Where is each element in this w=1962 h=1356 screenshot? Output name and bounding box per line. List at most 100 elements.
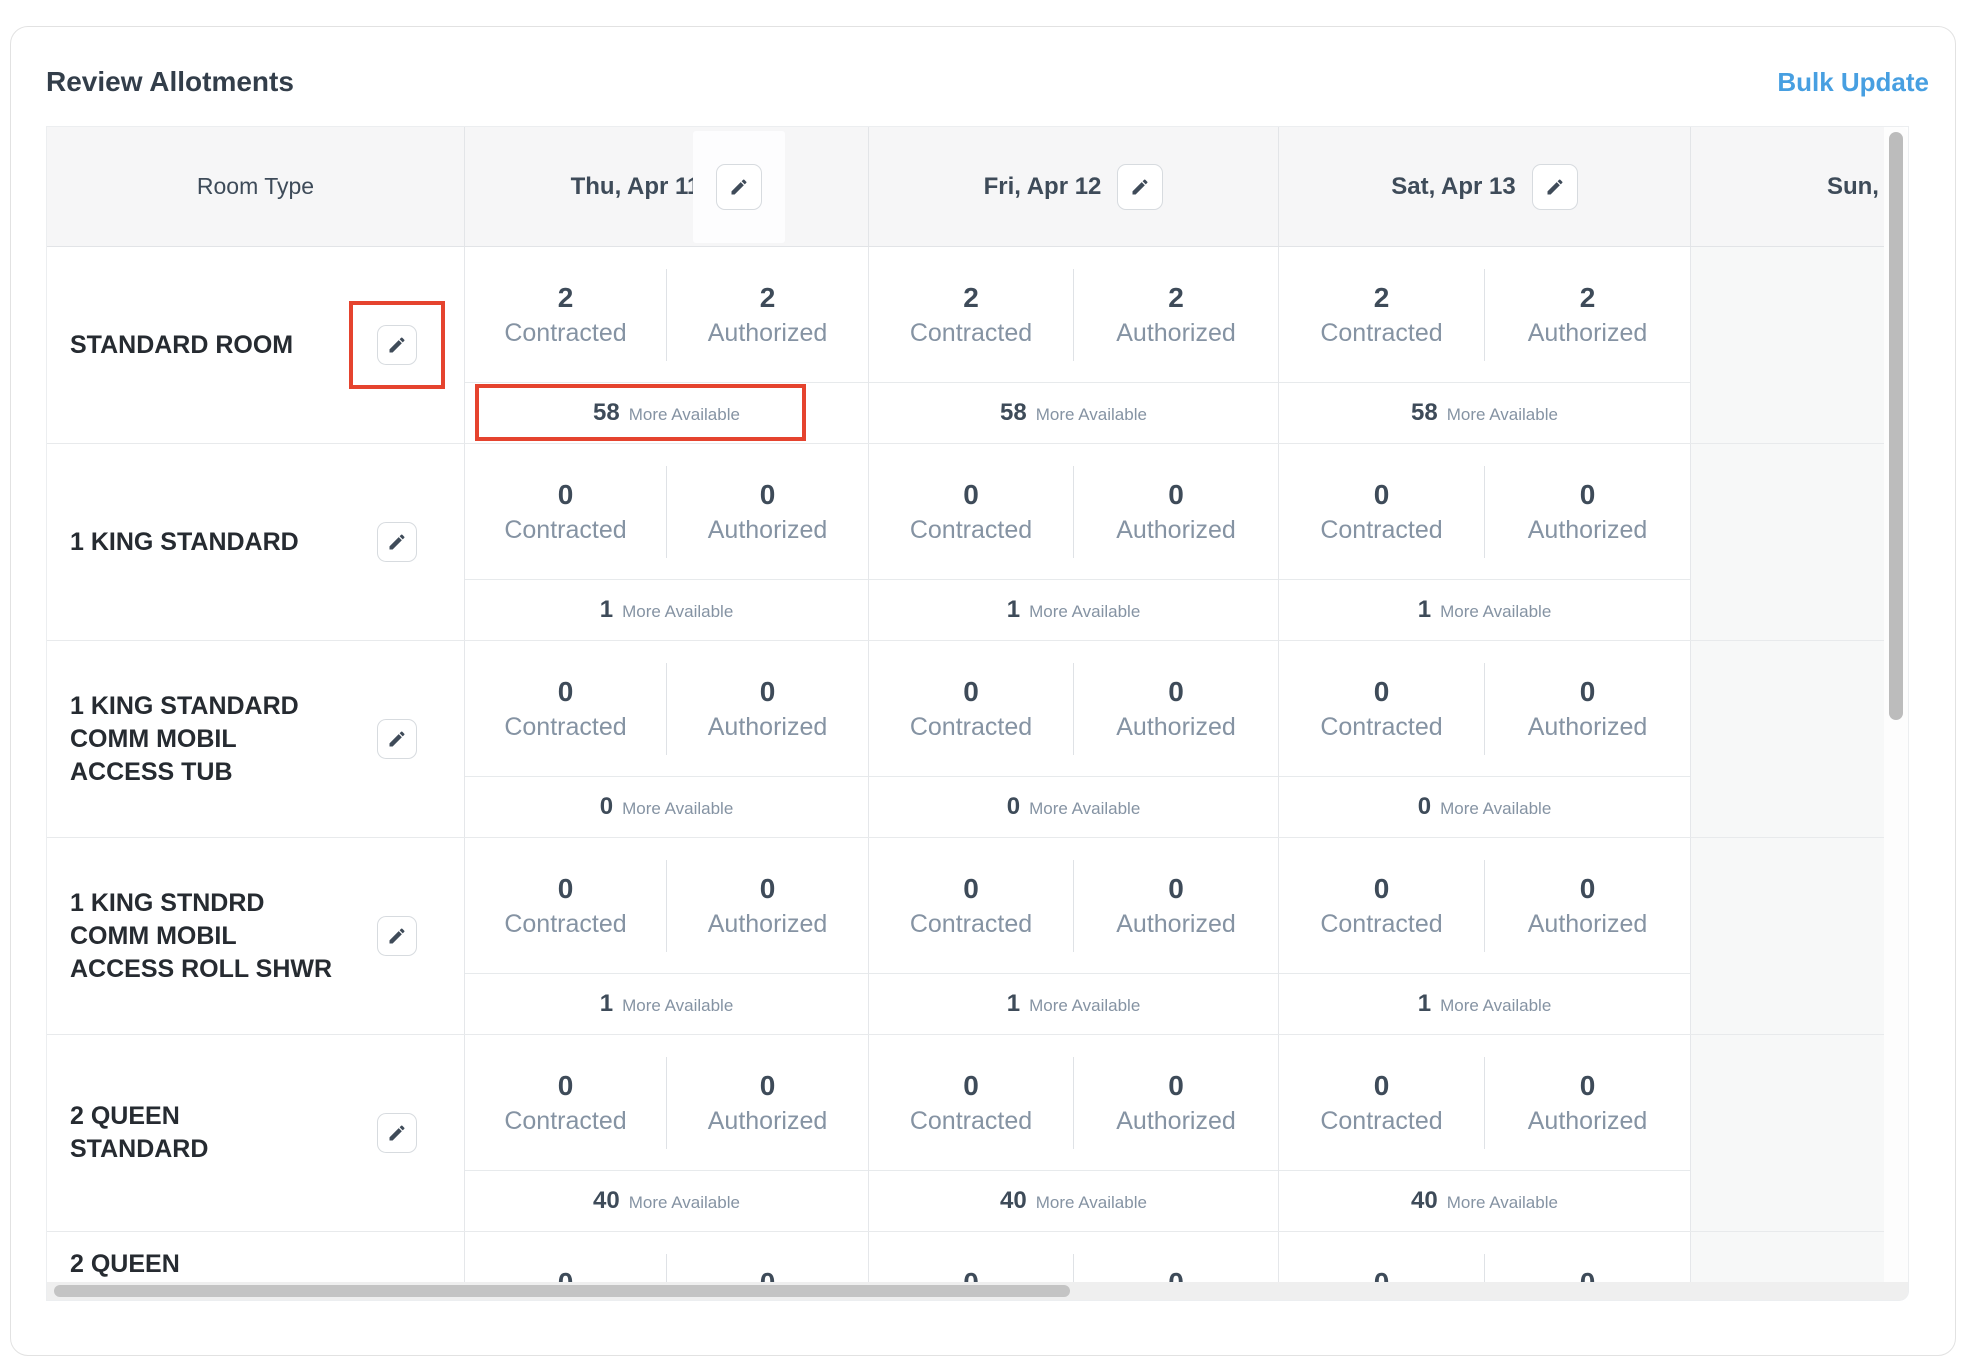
authorized-block: 0Authorized xyxy=(667,1267,868,1283)
edit-room-button[interactable] xyxy=(377,1113,417,1153)
edit-date-button[interactable] xyxy=(716,164,762,210)
room-type-name: STANDARD ROOM xyxy=(70,329,342,362)
more-available-row: 0More Available xyxy=(869,776,1278,837)
more-available-label: More Available xyxy=(622,602,733,622)
contracted-value: 0 xyxy=(558,1267,574,1283)
authorized-label: Authorized xyxy=(708,516,828,545)
authorized-label: Authorized xyxy=(1528,516,1648,545)
allotments-card: Review Allotments Bulk Update Room TypeT… xyxy=(10,26,1956,1356)
authorized-label: Authorized xyxy=(708,1107,828,1136)
allotment-cell: 0 Contracted 0Authorized 0 More Available xyxy=(464,641,868,837)
edit-room-button[interactable] xyxy=(377,325,417,365)
more-available-value: 1 xyxy=(1007,596,1020,624)
authorized-value: 0 xyxy=(1168,1070,1184,1102)
allotment-cell: 0Contracted0Authorized 1 More Available xyxy=(868,444,1278,640)
more-available-value: 1 xyxy=(600,990,613,1018)
authorized-label: Authorized xyxy=(1116,319,1236,348)
edit-date-button[interactable] xyxy=(1117,164,1163,210)
authorized-block: 2 Authorized xyxy=(1485,282,1690,348)
more-available-row: 1More Available xyxy=(1279,579,1690,640)
contracted-value: 0 xyxy=(558,676,574,708)
contracted-authorized-row: 0Contracted0Authorized xyxy=(1279,1232,1690,1282)
authorized-label: Authorized xyxy=(1528,910,1648,939)
edit-room-area xyxy=(377,719,417,759)
empty-day-cell xyxy=(1690,838,1884,1034)
day-header: Sat, Apr 13 xyxy=(1278,127,1690,246)
authorized-block: 0 Authorized xyxy=(1485,873,1690,939)
contracted-authorized-row: 0Contracted0Authorized xyxy=(869,1232,1278,1282)
contracted-value: 0 xyxy=(963,873,979,905)
authorized-block: 0Authorized xyxy=(667,479,868,545)
allotment-cell: 0Contracted0AuthorizedMore Available xyxy=(868,1232,1278,1282)
room-type-cell: 1 KING STANDARD COMM MOBIL ACCESS TUB xyxy=(47,641,464,837)
edit-room-area xyxy=(377,325,417,365)
more-available-value: 40 xyxy=(1000,1187,1027,1215)
contracted-label: Contracted xyxy=(1320,516,1442,545)
authorized-value: 0 xyxy=(760,873,776,905)
pencil-icon xyxy=(387,729,407,749)
contracted-value: 0 xyxy=(1374,1267,1390,1283)
authorized-value: 2 xyxy=(1580,282,1596,314)
more-available-value: 0 xyxy=(600,793,613,821)
authorized-block: 2Authorized xyxy=(1074,282,1278,348)
table-row: 2 QUEEN STANDARD 0Contracted 0 Authorized 40… xyxy=(47,1035,1884,1232)
edit-room-button[interactable] xyxy=(377,522,417,562)
contracted-label: Contracted xyxy=(504,713,626,742)
more-available-label: More Available xyxy=(1447,1193,1558,1213)
allotment-cell: 0Contracted0Authorized1More Available xyxy=(464,444,868,640)
table-row: 1 KING STNDRD COMM MOBIL ACCESS ROLL SHW… xyxy=(47,838,1884,1035)
authorized-block: 0Authorized xyxy=(1074,676,1278,742)
horizontal-scrollbar-thumb[interactable] xyxy=(54,1285,1070,1297)
authorized-label: Authorized xyxy=(1528,713,1648,742)
edit-room-button[interactable] xyxy=(377,719,417,759)
contracted-value: 2 xyxy=(963,282,979,314)
authorized-block: 0Authorized xyxy=(667,676,868,742)
contracted-authorized-row: 0Contracted0Authorized xyxy=(465,444,868,579)
contracted-authorized-row: 2 Contracted 2Authorized xyxy=(869,247,1278,382)
contracted-value: 0 xyxy=(1374,1070,1390,1102)
authorized-label: Authorized xyxy=(708,910,828,939)
more-available-label: More Available xyxy=(1036,1193,1147,1213)
contracted-block: 0Contracted xyxy=(1279,873,1484,939)
horizontal-scrollbar xyxy=(47,1282,1908,1300)
more-available-label: More Available xyxy=(622,799,733,819)
table-row: 1 KING STANDARD COMM MOBIL ACCESS TUB0Co… xyxy=(47,641,1884,838)
contracted-block: 0Contracted xyxy=(869,1070,1073,1136)
contracted-value: 0 xyxy=(558,479,574,511)
contracted-label: Contracted xyxy=(504,910,626,939)
edit-date-button[interactable] xyxy=(1532,164,1578,210)
contracted-label: Contracted xyxy=(910,713,1032,742)
edit-room-area xyxy=(377,522,417,562)
contracted-value: 2 xyxy=(558,282,574,314)
pencil-icon xyxy=(387,335,407,355)
vertical-scrollbar xyxy=(1884,127,1908,1282)
contracted-value: 0 xyxy=(1374,873,1390,905)
more-available-value: 40 xyxy=(593,1187,620,1215)
authorized-label: Authorized xyxy=(1528,319,1648,348)
more-available-label: More Available xyxy=(1029,602,1140,622)
allotment-cell: 0Contracted0Authorized1More Available xyxy=(1278,838,1690,1034)
day-header: Sun, A xyxy=(1690,127,1884,246)
more-available-row: 1More Available xyxy=(465,973,868,1034)
contracted-block: 2Contracted xyxy=(1279,282,1484,348)
contracted-block: 0 Contracted xyxy=(465,676,666,742)
more-available-row: 0More Available xyxy=(1279,776,1690,837)
more-available-value: 58 xyxy=(1411,399,1438,427)
edit-room-button[interactable] xyxy=(377,916,417,956)
contracted-authorized-row: 2Contracted 2 Authorized xyxy=(1279,247,1690,382)
contracted-block: 0 Contracted xyxy=(1279,479,1484,545)
bulk-update-link[interactable]: Bulk Update xyxy=(1777,67,1929,98)
contracted-authorized-row: 0Contracted0Authorized xyxy=(1279,641,1690,776)
authorized-value: 0 xyxy=(1580,873,1596,905)
authorized-block: 0Authorized xyxy=(1485,1267,1690,1283)
more-available-row: 0 More Available xyxy=(465,776,868,837)
room-type-name: 1 KING STANDARD xyxy=(70,526,342,559)
authorized-block: 0Authorized xyxy=(1485,479,1690,545)
contracted-value: 0 xyxy=(1374,479,1390,511)
contracted-authorized-row: 0Contracted0Authorized xyxy=(869,444,1278,579)
more-available-label: More Available xyxy=(1440,996,1551,1016)
vertical-scrollbar-thumb[interactable] xyxy=(1889,132,1903,720)
allotment-cell: 2Contracted2Authorized58More Available xyxy=(868,247,1278,443)
room-type-cell: 2 QUEEN STANDARD xyxy=(47,1035,464,1231)
contracted-label: Contracted xyxy=(910,319,1032,348)
